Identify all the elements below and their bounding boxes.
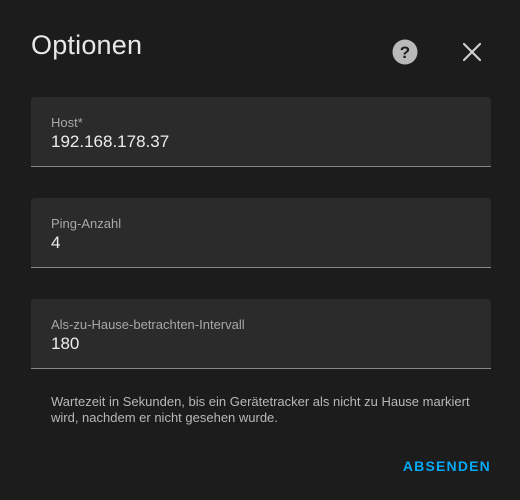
consider-home-field[interactable]: Als-zu-Hause-betrachten-Intervall <box>31 299 491 369</box>
submit-button[interactable]: ABSENDEN <box>403 458 491 474</box>
dialog-title: Optionen <box>31 30 143 60</box>
consider-home-input[interactable] <box>51 334 471 354</box>
ping-count-label: Ping-Anzahl <box>51 216 122 231</box>
consider-home-label: Als-zu-Hause-betrachten-Intervall <box>51 317 245 332</box>
help-button[interactable]: ? <box>391 38 419 66</box>
ping-count-field[interactable]: Ping-Anzahl <box>31 198 491 268</box>
close-icon <box>462 42 482 62</box>
help-circle-icon: ? <box>392 39 418 65</box>
options-dialog: Optionen ? Host* Ping-Anzahl Als-zu-Haus… <box>0 0 520 500</box>
svg-text:?: ? <box>400 43 410 62</box>
ping-count-input[interactable] <box>51 233 471 253</box>
host-label: Host* <box>51 115 83 130</box>
close-button[interactable] <box>458 38 486 66</box>
helper-text: Wartezeit in Sekunden, bis ein Gerätetra… <box>51 394 470 425</box>
host-input[interactable] <box>51 132 471 152</box>
host-field[interactable]: Host* <box>31 97 491 167</box>
